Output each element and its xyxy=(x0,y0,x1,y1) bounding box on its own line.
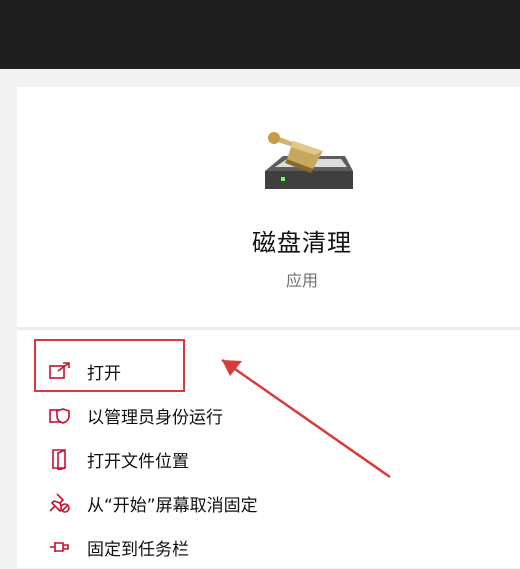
menu-item-label: 从“开始”屏幕取消固定 xyxy=(87,495,258,516)
open-icon xyxy=(47,358,73,384)
disk-cleanup-icon xyxy=(265,132,353,189)
app-header: 磁盘清理 应用 xyxy=(17,87,520,327)
menu-item-run-as-admin[interactable]: 以管理员身份运行 xyxy=(17,393,520,437)
app-type: 应用 xyxy=(285,271,318,290)
pin-taskbar-icon xyxy=(47,534,73,560)
app-title: 磁盘清理 xyxy=(252,229,352,257)
divider xyxy=(17,327,520,330)
menu-item-label: 固定到任务栏 xyxy=(87,539,189,560)
file-location-icon xyxy=(47,446,73,472)
menu-item-unpin-start[interactable]: 从“开始”屏幕取消固定 xyxy=(17,481,520,525)
start-menu-context-panel: 磁盘清理 应用 打开 以管理员身份运行 打开文件位置 从“开始”屏幕取消固定 固… xyxy=(17,87,520,568)
menu-item-label: 以管理员身份运行 xyxy=(87,407,223,428)
unpin-icon xyxy=(47,490,73,516)
menu-item-label: 打开文件位置 xyxy=(87,451,189,472)
menu-item-open-file-location[interactable]: 打开文件位置 xyxy=(17,437,520,481)
menu-item-open[interactable]: 打开 xyxy=(17,349,520,393)
menu-item-label: 打开 xyxy=(87,363,121,384)
menu-item-pin-taskbar[interactable]: 固定到任务栏 xyxy=(17,525,520,569)
top-bar xyxy=(0,0,520,69)
shield-run-as-admin-icon xyxy=(47,402,73,428)
